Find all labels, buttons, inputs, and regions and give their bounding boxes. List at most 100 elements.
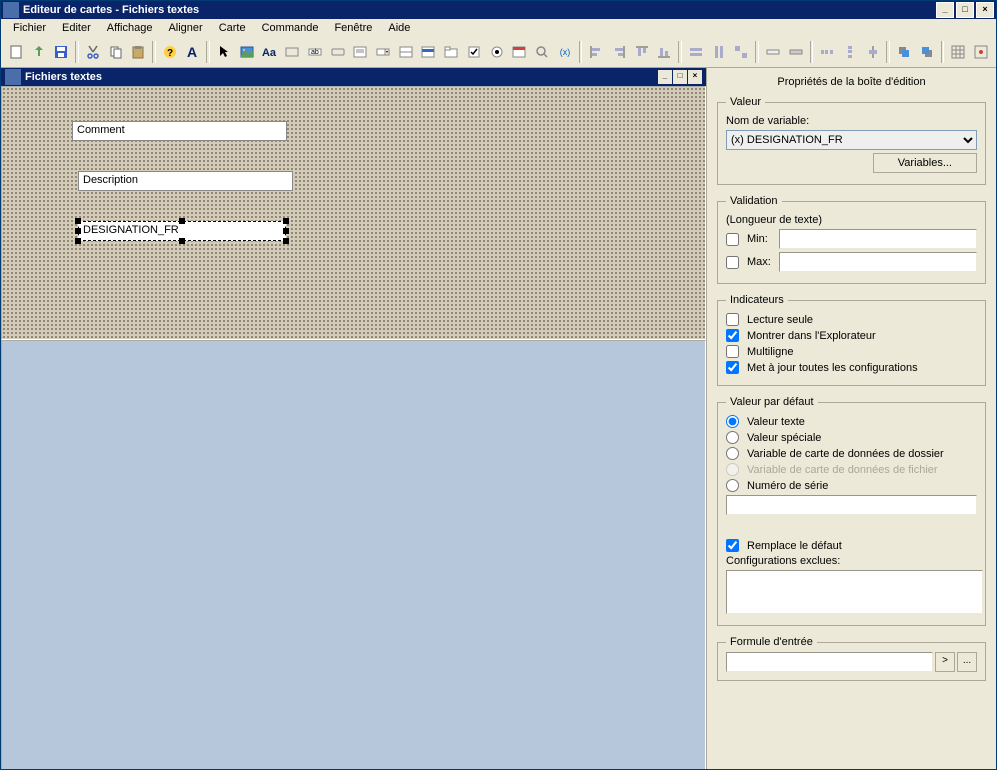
radio-folder[interactable] — [726, 447, 739, 460]
updateall-checkbox[interactable] — [726, 361, 739, 374]
align-left-icon[interactable] — [585, 40, 607, 64]
pointer-icon[interactable] — [213, 40, 235, 64]
minimize-button[interactable]: _ — [936, 2, 954, 18]
new-icon[interactable] — [5, 40, 27, 64]
resize-handle[interactable] — [75, 238, 81, 244]
bring-front-icon[interactable] — [893, 40, 915, 64]
search-icon[interactable] — [531, 40, 553, 64]
legend-valeur: Valeur — [726, 96, 765, 108]
resize-handle[interactable] — [75, 228, 81, 234]
document-titlebar: Fichiers textes _ □ × — [1, 68, 706, 86]
default-text-input[interactable] — [726, 495, 977, 515]
field-comment[interactable]: Comment — [72, 121, 287, 141]
grid-icon[interactable] — [947, 40, 969, 64]
max-checkbox[interactable] — [726, 256, 739, 269]
same-height-icon[interactable] — [708, 40, 730, 64]
same-width-icon[interactable] — [685, 40, 707, 64]
menu-aligner[interactable]: Aligner — [160, 20, 210, 36]
radio-special[interactable] — [726, 431, 739, 444]
menu-carte[interactable]: Carte — [211, 20, 254, 36]
menu-affichage[interactable]: Affichage — [99, 20, 161, 36]
edit-field-icon[interactable]: ab — [304, 40, 326, 64]
replace-label: Remplace le défaut — [747, 540, 842, 552]
radio-serial-label: Numéro de série — [747, 480, 828, 492]
save-icon[interactable] — [50, 40, 72, 64]
textarea-icon[interactable] — [349, 40, 371, 64]
canvas-grid[interactable]: Comment Description DESIGNATION_FR — [1, 86, 706, 340]
menubar: Fichier Editer Affichage Aligner Carte C… — [1, 19, 996, 37]
vdist-icon[interactable] — [839, 40, 861, 64]
group-indicateurs: Indicateurs Lecture seule Montrer dans l… — [717, 294, 986, 386]
doc-close[interactable]: × — [688, 70, 702, 84]
same-size-icon[interactable] — [731, 40, 753, 64]
replace-checkbox[interactable] — [726, 539, 739, 552]
date-icon[interactable] — [508, 40, 530, 64]
variable-icon[interactable]: (x) — [554, 40, 576, 64]
workarea: Fichiers textes _ □ × Comment Descriptio… — [1, 68, 996, 770]
resize-handle[interactable] — [179, 218, 185, 224]
explorer-checkbox[interactable] — [726, 329, 739, 342]
font-icon[interactable]: A — [182, 40, 204, 64]
readonly-checkbox[interactable] — [726, 313, 739, 326]
snap-icon[interactable] — [970, 40, 992, 64]
separator — [152, 41, 156, 63]
cut-icon[interactable] — [82, 40, 104, 64]
checkbox-icon[interactable] — [463, 40, 485, 64]
tab-icon[interactable] — [440, 40, 462, 64]
exclues-textarea[interactable] — [726, 570, 983, 614]
help-icon[interactable]: ? — [159, 40, 181, 64]
field-description[interactable]: Description — [78, 171, 293, 191]
formula-browse-button[interactable]: ... — [957, 652, 977, 672]
validation-sub: (Longueur de texte) — [726, 214, 822, 226]
max-input[interactable] — [779, 252, 977, 272]
paste-icon[interactable] — [127, 40, 149, 64]
field-1-icon[interactable] — [762, 40, 784, 64]
menu-fenetre[interactable]: Fenêtre — [326, 20, 380, 36]
maximize-button[interactable]: □ — [956, 2, 974, 18]
doc-maximize[interactable]: □ — [673, 70, 687, 84]
formula-expand-button[interactable]: > — [935, 652, 955, 672]
doc-minimize[interactable]: _ — [658, 70, 672, 84]
button-icon[interactable] — [327, 40, 349, 64]
separator — [755, 41, 759, 63]
formula-input[interactable] — [726, 652, 933, 672]
multiline-checkbox[interactable] — [726, 345, 739, 358]
text-icon[interactable]: Aa — [259, 40, 281, 64]
radio-icon[interactable] — [486, 40, 508, 64]
copy-icon[interactable] — [105, 40, 127, 64]
align-bottom-icon[interactable] — [654, 40, 676, 64]
legend-validation: Validation — [726, 195, 782, 207]
resize-handle[interactable] — [75, 218, 81, 224]
resize-handle[interactable] — [283, 238, 289, 244]
variables-button[interactable]: Variables... — [873, 153, 977, 173]
variable-select[interactable]: (x) DESIGNATION_FR — [726, 130, 977, 150]
max-label: Max: — [747, 256, 775, 268]
resize-handle[interactable] — [283, 228, 289, 234]
align-right-icon[interactable] — [608, 40, 630, 64]
frame-icon[interactable] — [281, 40, 303, 64]
field-2-icon[interactable] — [785, 40, 807, 64]
min-input[interactable] — [779, 229, 977, 249]
dropdown-icon[interactable] — [395, 40, 417, 64]
import-icon[interactable] — [28, 40, 50, 64]
close-button[interactable]: × — [976, 2, 994, 18]
resize-handle[interactable] — [283, 218, 289, 224]
min-checkbox[interactable] — [726, 233, 739, 246]
image-icon[interactable] — [236, 40, 258, 64]
variable-label: Nom de variable: — [726, 115, 809, 127]
menu-fichier[interactable]: Fichier — [5, 20, 54, 36]
listbox-icon[interactable] — [418, 40, 440, 64]
radio-folder-label: Variable de carte de données de dossier — [747, 448, 944, 460]
align-top-icon[interactable] — [631, 40, 653, 64]
hdist-icon[interactable] — [816, 40, 838, 64]
center-h-icon[interactable] — [862, 40, 884, 64]
combobox-icon[interactable] — [372, 40, 394, 64]
menu-aide[interactable]: Aide — [380, 20, 418, 36]
menu-commande[interactable]: Commande — [254, 20, 327, 36]
radio-serial[interactable] — [726, 479, 739, 492]
resize-handle[interactable] — [179, 238, 185, 244]
menu-editer[interactable]: Editer — [54, 20, 99, 36]
window-controls: _ □ × — [936, 2, 994, 18]
send-back-icon[interactable] — [916, 40, 938, 64]
radio-text[interactable] — [726, 415, 739, 428]
